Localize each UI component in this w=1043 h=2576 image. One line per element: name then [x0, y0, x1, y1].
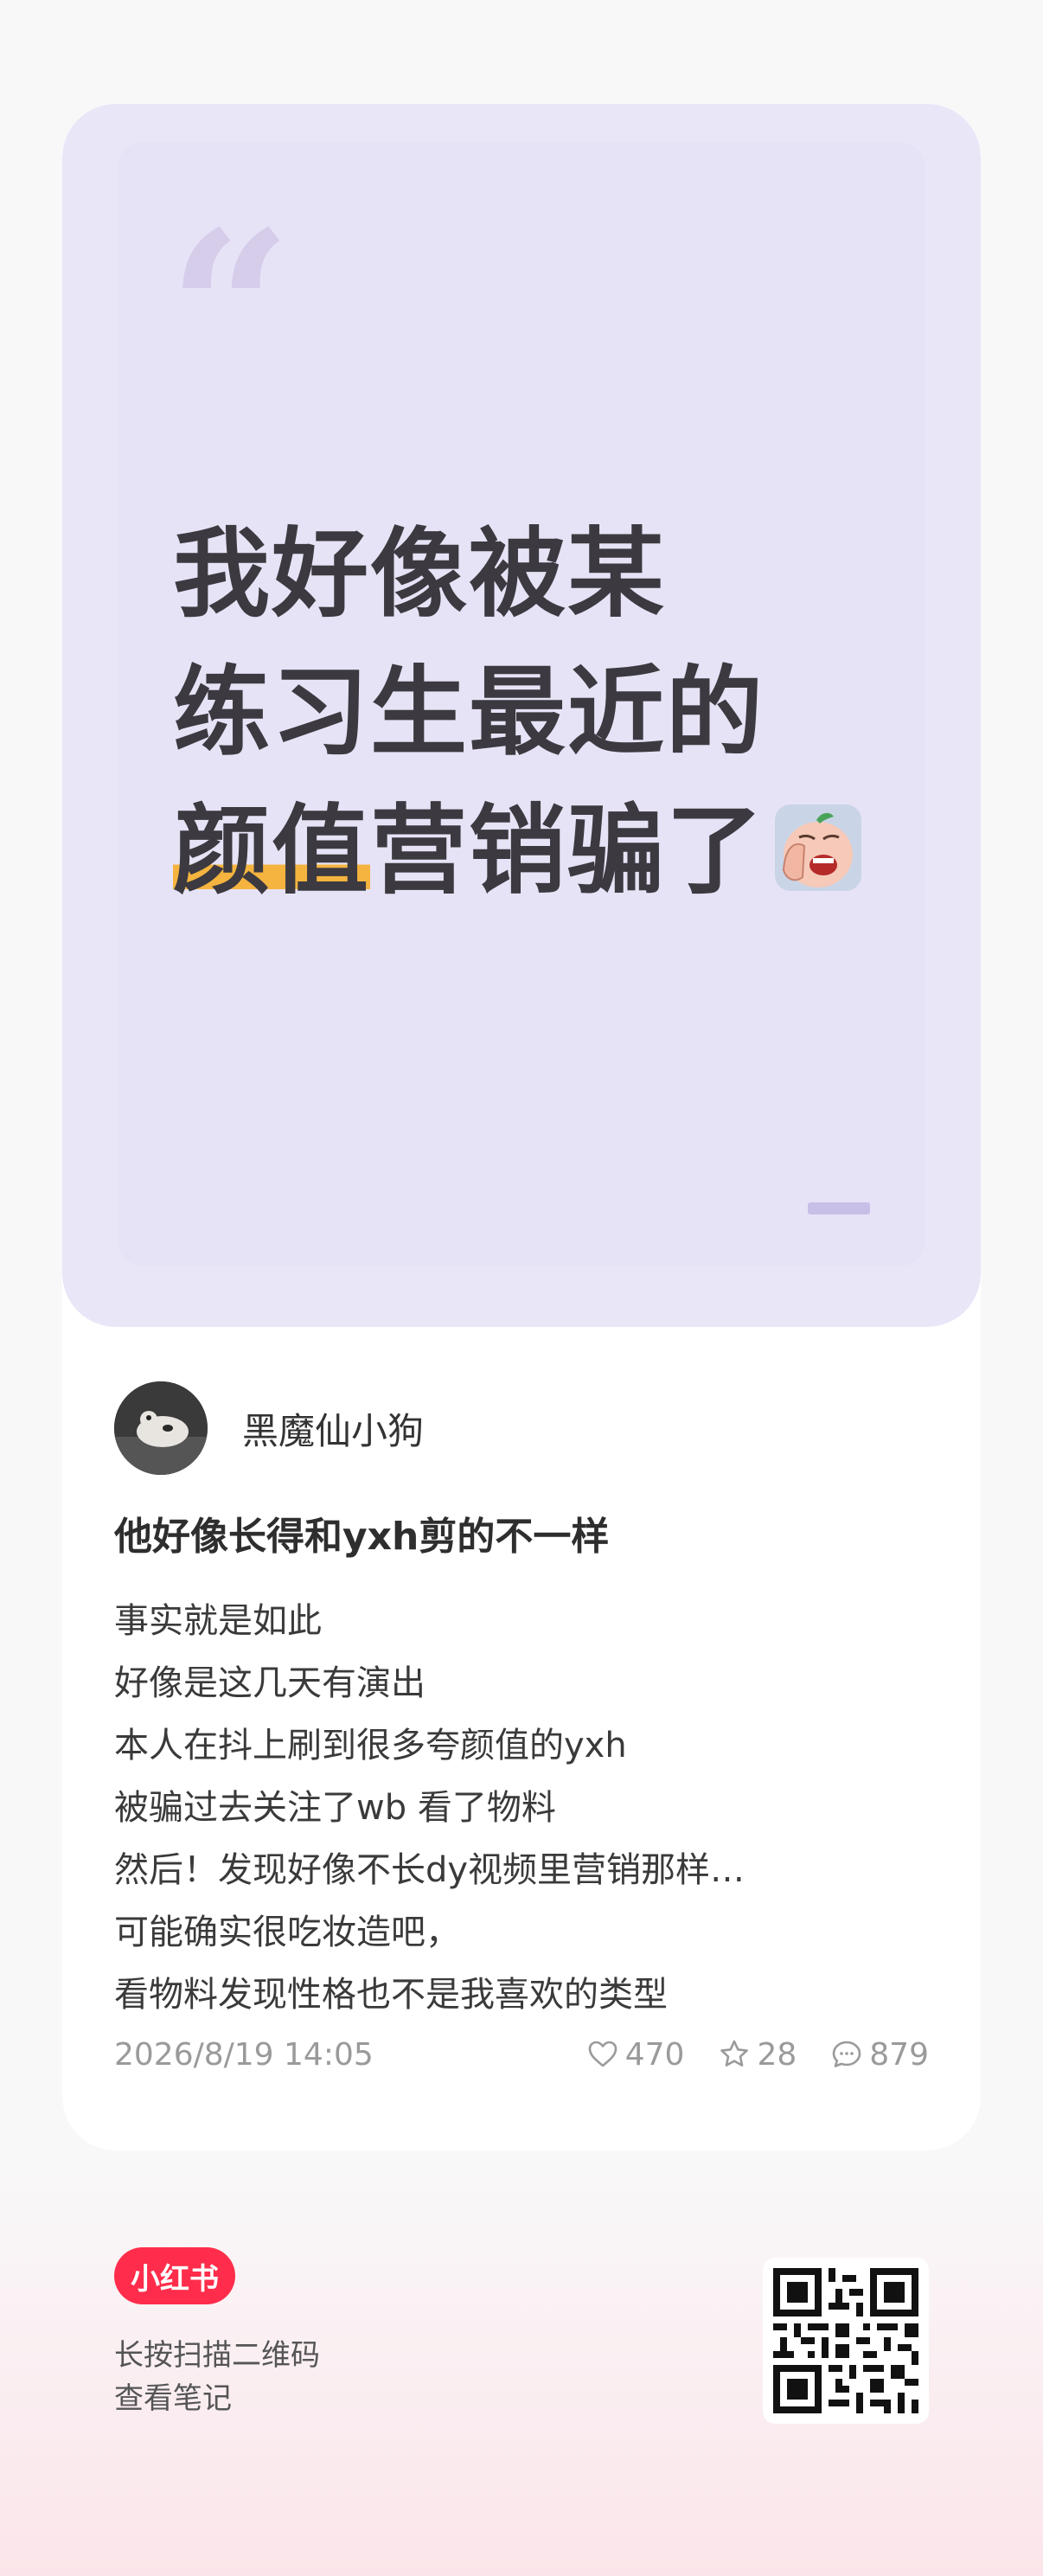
headline-line-1: 我好像被某: [173, 518, 666, 631]
cover-headline: 我好像被某 练习生最近的 颜值营销骗了: [173, 505, 917, 920]
post-title: 他好像长得和yxh剪的不一样: [114, 1515, 610, 1559]
author-row[interactable]: 黑魔仙小狗: [114, 1381, 424, 1476]
post-body: 事实就是如此 好像是这几天有演出 本人在抖上刷到很多夸颜值的yxh 被骗过去关注…: [114, 1590, 944, 2026]
qr-code-icon: [773, 2268, 918, 2413]
headline-line-2: 练习生最近的: [173, 657, 765, 769]
qr-code[interactable]: [763, 2258, 929, 2424]
headline-highlight: 颜值: [173, 795, 370, 907]
heart-icon: [588, 2041, 617, 2067]
footer-hint: 长按扫描二维码 查看笔记: [114, 2334, 320, 2420]
post-line: 本人在抖上刷到很多夸颜值的yxh: [114, 1726, 627, 1765]
headline-rest: 营销骗了: [370, 795, 765, 907]
meta-row: 2026/8/19 14:05 470 28 879: [114, 2033, 929, 2076]
post-line: 好像是这几天有演出: [114, 1663, 426, 1703]
like-button[interactable]: 470: [585, 2036, 685, 2073]
footer-hint-line-1: 长按扫描二维码: [114, 2338, 320, 2373]
star-icon: [720, 2040, 749, 2067]
favorite-count: 28: [757, 2036, 797, 2073]
post-line: 被骗过去关注了wb 看了物料: [114, 1788, 556, 1828]
like-count: 470: [624, 2036, 685, 2073]
footer-hint-line-2: 查看笔记: [114, 2381, 232, 2416]
post-line: 事实就是如此: [114, 1601, 322, 1641]
xiaohongshu-logo: 小红书: [114, 2247, 235, 2304]
author-name[interactable]: 黑魔仙小狗: [242, 1402, 424, 1455]
avatar[interactable]: [114, 1381, 208, 1475]
facepalm-emoji-icon: [773, 791, 863, 891]
comment-button[interactable]: 879: [829, 2037, 929, 2073]
comment-count: 879: [869, 2036, 929, 2073]
post-line: 然后！发现好像不长dy视频里营销那样…: [114, 1850, 745, 1890]
post-line: 看物料发现性格也不是我喜欢的类型: [114, 1975, 668, 2015]
headline-line-3: 颜值营销骗了: [173, 782, 917, 920]
note-card: “ 我好像被某 练习生最近的 颜值营销骗了 黑魔仙小狗 他好像长得和yxh剪的不…: [62, 104, 981, 2150]
quote-mark-icon: “: [168, 183, 292, 438]
post-line: 可能确实很吃妆造吧，: [114, 1913, 460, 1952]
cover-image[interactable]: “ 我好像被某 练习生最近的 颜值营销骗了: [62, 104, 981, 1327]
cover-end-dash: [808, 1202, 870, 1214]
post-date: 2026/8/19 14:05: [114, 2036, 374, 2073]
comment-icon: [832, 2041, 861, 2067]
favorite-button[interactable]: 28: [717, 2037, 797, 2073]
